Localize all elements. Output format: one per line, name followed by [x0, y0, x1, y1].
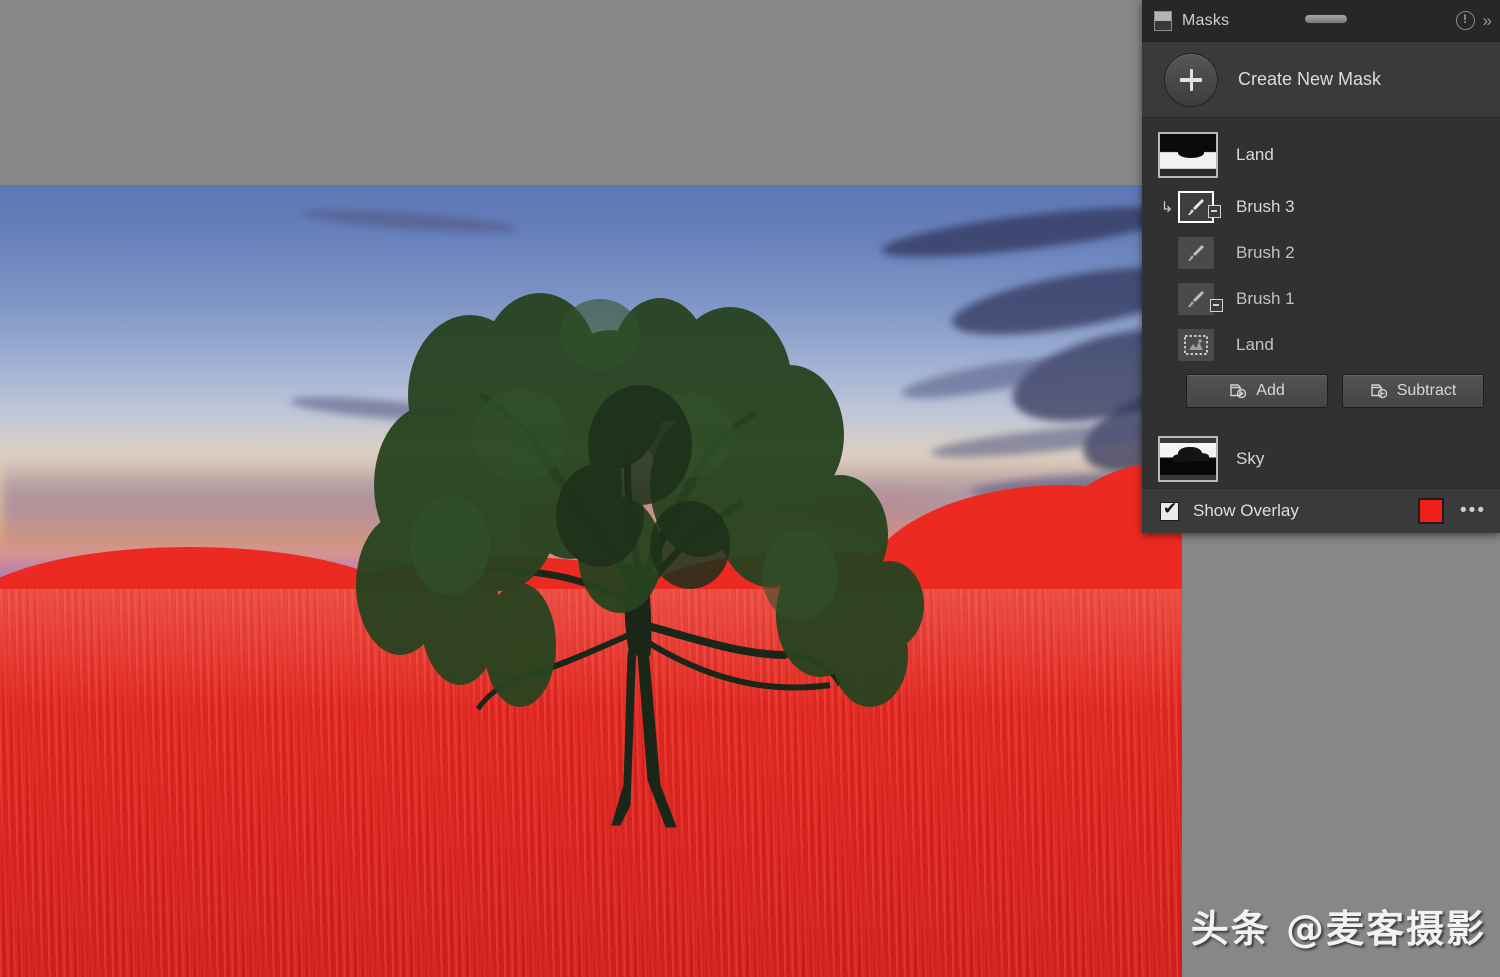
brush-icon[interactable] — [1178, 191, 1221, 223]
panel-title: Masks — [1182, 11, 1230, 29]
mask-component-name: Brush 2 — [1236, 243, 1295, 262]
overlay-more-menu-icon[interactable]: ••• — [1460, 501, 1486, 520]
show-overlay-row: ✔ Show Overlay ••• — [1142, 488, 1500, 533]
mask-name-sky: Sky — [1236, 449, 1265, 468]
mask-group-land[interactable]: Land — [1142, 126, 1500, 184]
watermark-text: 头条 @麦客摄影 — [1190, 907, 1486, 951]
panel-header-actions: ! » — [1455, 0, 1494, 41]
mask-list: Land ↳ Brush 3 Brush 2 Brush 1 Land Add … — [1142, 118, 1500, 488]
land-thumbnail[interactable] — [1158, 132, 1218, 178]
mask-component-brush-2[interactable]: Brush 2 — [1142, 230, 1500, 276]
mask-component-name: Brush 1 — [1236, 289, 1295, 308]
tree-silhouette — [356, 293, 924, 828]
add-button[interactable]: Add — [1186, 374, 1328, 408]
masks-panel: Masks ! » Create New Mask Land ↳ Brush 3… — [1142, 0, 1500, 533]
help-circle-icon[interactable]: ! — [1455, 11, 1475, 30]
mask-component-name: Land — [1236, 335, 1274, 354]
brush-glyph — [1188, 199, 1204, 215]
photo-canvas[interactable] — [0, 185, 1182, 977]
select-subject-icon[interactable] — [1178, 329, 1214, 361]
overlay-color-swatch[interactable] — [1418, 498, 1445, 524]
subtract-badge-icon — [1210, 299, 1223, 312]
show-overlay-label: Show Overlay — [1193, 501, 1299, 520]
mask-component-land[interactable]: Land — [1142, 322, 1500, 368]
checkmark-icon: ✔ — [1163, 498, 1178, 518]
create-new-mask-button[interactable]: Create New Mask — [1142, 42, 1500, 118]
mask-action-buttons: Add Subtract — [1142, 368, 1500, 422]
create-new-mask-label: Create New Mask — [1238, 69, 1382, 89]
mask-add-icon — [1230, 384, 1247, 399]
mask-component-brush-1[interactable]: Brush 1 — [1142, 276, 1500, 322]
masks-panel-header[interactable]: Masks ! » — [1142, 0, 1500, 42]
brush-glyph — [1188, 291, 1204, 307]
mask-component-brush-3[interactable]: ↳ Brush 3 — [1142, 184, 1500, 230]
mask-component-name: Brush 3 — [1236, 197, 1295, 216]
sky-thumbnail[interactable] — [1158, 436, 1218, 482]
app-root: Masks ! » Create New Mask Land ↳ Brush 3… — [0, 0, 1500, 977]
add-button-label: Add — [1256, 382, 1285, 399]
brush-icon[interactable] — [1178, 237, 1214, 269]
subtract-button[interactable]: Subtract — [1342, 374, 1484, 408]
mask-group-sky[interactable]: Sky — [1142, 422, 1500, 488]
mask-subtract-icon — [1371, 384, 1387, 399]
plus-icon[interactable] — [1164, 52, 1218, 107]
mask-name-land: Land — [1236, 145, 1274, 164]
subtract-button-label: Subtract — [1396, 382, 1457, 399]
subtract-badge-icon — [1208, 205, 1221, 218]
mask-panel-icon — [1154, 10, 1172, 31]
show-overlay-checkbox[interactable]: ✔ — [1160, 498, 1179, 521]
brush-glyph — [1188, 245, 1204, 261]
panel-drag-handle[interactable] — [1304, 14, 1348, 24]
nested-arrow-icon: ↳ — [1160, 199, 1174, 216]
marching-ants-glyph — [1184, 335, 1208, 355]
brush-icon[interactable] — [1178, 283, 1223, 315]
chevron-collapse-icon[interactable]: » — [1483, 12, 1494, 29]
